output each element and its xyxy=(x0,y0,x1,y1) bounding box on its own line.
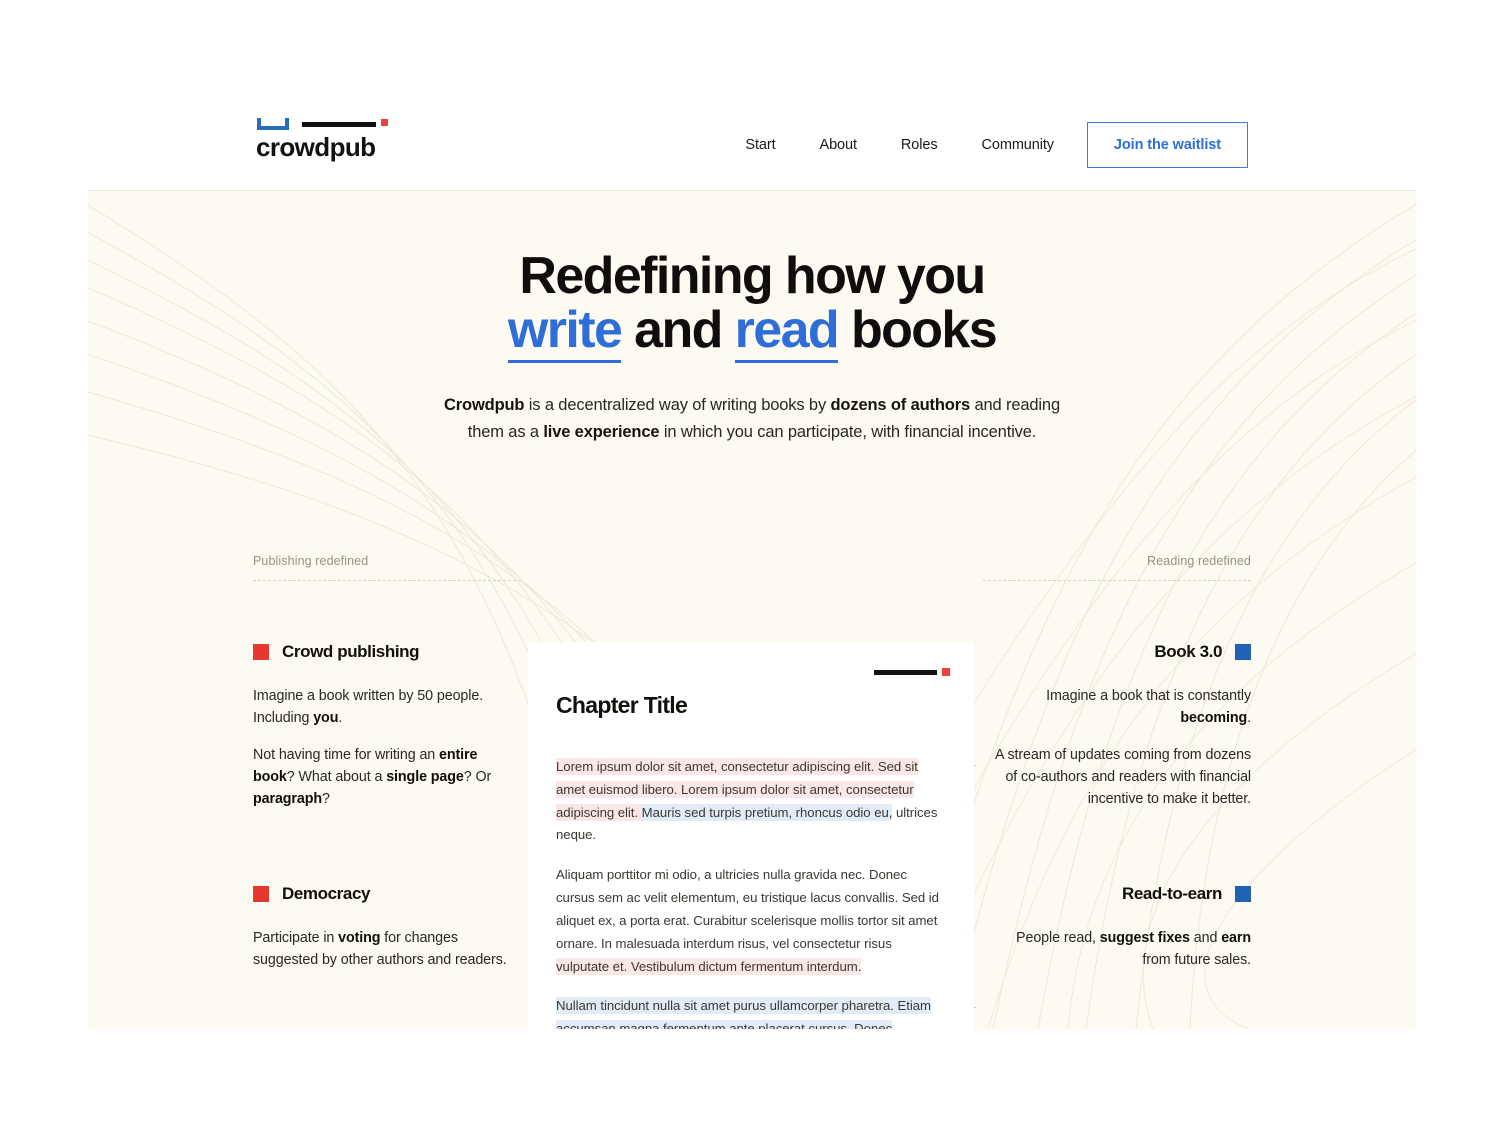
text-run: ? What about a xyxy=(286,769,387,786)
feature-paragraph-1: Imagine a book written by 50 people. Inc… xyxy=(253,686,515,729)
feature-paragraph-1: Imagine a book that is constantly becomi… xyxy=(989,686,1251,729)
text-emphasis: voting xyxy=(338,930,381,946)
feature-crowd-publishing: Crowd publishing Imagine a book written … xyxy=(253,642,515,811)
hero-sub-emphasis-2: live experience xyxy=(543,423,660,442)
text-run: and xyxy=(1189,930,1222,946)
hero-sub-part-6: in which you can participate, with finan… xyxy=(659,423,1037,442)
text-run: People read, xyxy=(1016,930,1100,946)
hero-sub-part-2: is a decentralized way of writing books … xyxy=(524,396,831,415)
nav-item-start[interactable]: Start xyxy=(745,131,775,159)
chapter-paragraph-2: Aliquam porttitor mi odio, a ultricies n… xyxy=(556,864,946,978)
page-root: crowdpub Start About Roles Community Joi… xyxy=(0,0,1504,1128)
text-run: . xyxy=(338,709,343,726)
card-logo-mark-icon xyxy=(874,668,950,676)
hero-conjunction: and xyxy=(621,301,735,360)
text-run: Imagine a book written by 50 people. Inc… xyxy=(253,688,484,726)
card-mark-bar-icon xyxy=(874,670,937,675)
chapter-preview-card[interactable]: Chapter Title Lorem ipsum dolor sit amet… xyxy=(528,642,974,1029)
feature-title: Book 3.0 xyxy=(1154,642,1222,661)
text-run: Imagine a book that is constantly xyxy=(1046,688,1251,704)
highlight-red: vulputate et. Vestibulum dictum fermentu… xyxy=(556,957,862,975)
logo-dot-icon xyxy=(381,119,388,126)
chapter-paragraph-3: Nullam tincidunt nulla sit amet purus ul… xyxy=(556,995,946,1029)
text-run: . xyxy=(1247,709,1251,726)
site-canvas: crowdpub Start About Roles Community Joi… xyxy=(88,99,1416,1029)
feature-header: Book 3.0 xyxy=(989,642,1251,662)
brand-wordmark: crowdpub xyxy=(256,132,376,162)
right-column-divider xyxy=(983,580,1251,581)
blue-square-bullet-icon xyxy=(1235,886,1251,902)
text-run: ? xyxy=(322,790,330,807)
feature-title: Democracy xyxy=(282,884,371,903)
site-header: crowdpub Start About Roles Community Joi… xyxy=(88,99,1416,191)
feature-democracy: Democracy Participate in voting for chan… xyxy=(253,884,515,971)
text-run: from future sales. xyxy=(1142,951,1251,968)
brand-logo[interactable]: crowdpub xyxy=(256,117,456,160)
text-emphasis: paragraph xyxy=(253,790,323,807)
join-waitlist-button[interactable]: Join the waitlist xyxy=(1086,122,1248,168)
hero-word-read: read xyxy=(734,301,840,364)
text-run: Aliquam porttitor mi odio, a ultricies n… xyxy=(556,867,939,951)
red-square-bullet-icon xyxy=(253,644,269,660)
nav-item-community[interactable]: Community xyxy=(982,131,1055,159)
text-run: ? Or xyxy=(463,769,492,786)
hero-word-books: books xyxy=(838,301,998,360)
highlight-blue: Nullam tincidunt nulla sit amet purus ul… xyxy=(556,997,931,1029)
card-mark-dot-icon xyxy=(942,668,950,676)
text-run: Participate in xyxy=(253,930,339,946)
feature-title: Crowd publishing xyxy=(282,642,420,661)
feature-header: Read-to-earn xyxy=(989,884,1251,904)
feature-paragraph-2: Not having time for writing an entire bo… xyxy=(253,745,515,810)
feature-title: Read-to-earn xyxy=(1121,884,1222,903)
feature-book-30: Book 3.0 Imagine a book that is constant… xyxy=(989,642,1251,811)
hero-section: Redefining how you write and read books … xyxy=(88,249,1416,446)
hero-sub-brand: Crowdpub xyxy=(443,396,525,415)
text-emphasis: earn xyxy=(1221,930,1251,946)
feature-paragraph-1: People read, suggest fixes and earn from… xyxy=(989,928,1251,971)
feature-paragraph-2: A stream of updates coming from dozens o… xyxy=(994,747,1251,807)
text-emphasis: you xyxy=(313,709,339,726)
feature-read-to-earn: Read-to-earn People read, suggest fixes … xyxy=(989,884,1251,971)
hero-subtitle: Crowdpub is a decentralized way of writi… xyxy=(440,392,1065,446)
logo-bracket-icon xyxy=(257,118,289,130)
feature-body: Imagine a book written by 50 people. Inc… xyxy=(253,686,515,811)
feature-paragraph-1: Participate in voting for changes sugges… xyxy=(253,928,515,971)
feature-body: People read, suggest fixes and earn from… xyxy=(989,928,1251,971)
chapter-paragraph-1: Lorem ipsum dolor sit amet, consectetur … xyxy=(556,756,946,847)
feature-header: Democracy xyxy=(253,884,515,904)
nav-item-roles[interactable]: Roles xyxy=(901,131,938,159)
chapter-title: Chapter Title xyxy=(556,692,688,718)
text-emphasis: suggest fixes xyxy=(1099,930,1190,946)
left-column-divider xyxy=(253,580,521,581)
nav-item-about[interactable]: About xyxy=(820,131,858,159)
red-square-bullet-icon xyxy=(253,886,269,902)
right-column-label: Reading redefined xyxy=(1147,554,1251,568)
text-run: Not having time for writing an xyxy=(253,747,440,764)
feature-body: Imagine a book that is constantly becomi… xyxy=(989,686,1251,811)
main-navigation: Start About Roles Community Join the wai… xyxy=(745,99,1248,191)
features-band: Publishing redefined Reading redefined C… xyxy=(88,542,1416,1029)
hero-line-1: Redefining how you xyxy=(519,247,986,305)
text-emphasis: single page xyxy=(386,769,464,786)
highlight-blue: Mauris sed turpis pretium, rhoncus odio … xyxy=(641,803,893,821)
chapter-body: Lorem ipsum dolor sit amet, consectetur … xyxy=(556,756,946,1029)
text-emphasis: becoming xyxy=(1180,709,1248,726)
feature-header: Crowd publishing xyxy=(253,642,515,662)
feature-body: Participate in voting for changes sugges… xyxy=(253,928,515,971)
hero-word-write: write xyxy=(507,301,623,364)
left-column-label: Publishing redefined xyxy=(253,554,369,568)
blue-square-bullet-icon xyxy=(1235,644,1251,660)
logo-bar-icon xyxy=(302,122,376,127)
hero-sub-emphasis-1: dozens of authors xyxy=(830,396,971,415)
page-title: Redefining how you write and read books xyxy=(88,247,1416,364)
logo-mark-icon xyxy=(256,117,388,131)
